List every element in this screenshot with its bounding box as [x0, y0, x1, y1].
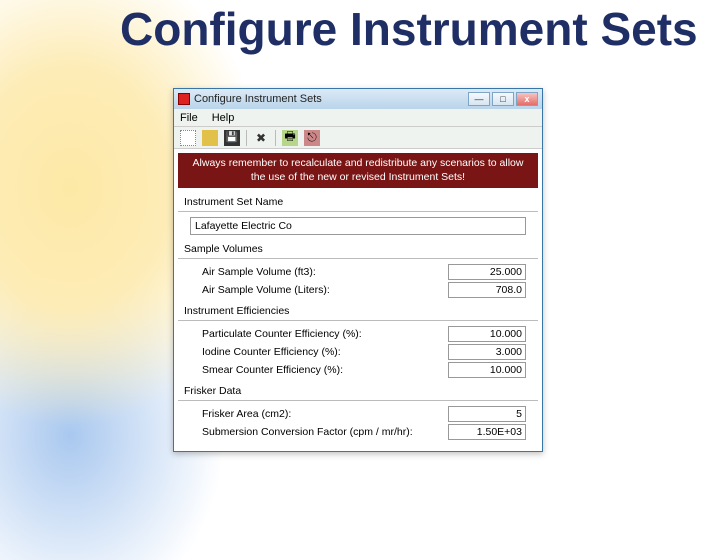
particulate-efficiency-input[interactable] [448, 326, 526, 342]
frisker-area-input[interactable] [448, 406, 526, 422]
menubar: File Help [174, 109, 542, 127]
form-content: Instrument Set Name Sample Volumes Air S… [174, 194, 542, 451]
iodine-efficiency-input[interactable] [448, 344, 526, 360]
section-efficiencies: Instrument Efficiencies [178, 303, 538, 319]
label-air-liters: Air Sample Volume (Liters): [202, 284, 448, 296]
new-icon[interactable] [180, 130, 196, 146]
toolbar-separator [275, 130, 276, 146]
exit-icon[interactable]: ⎋ [304, 130, 320, 146]
close-button[interactable]: x [516, 92, 538, 106]
air-sample-ft3-input[interactable] [448, 264, 526, 280]
instrument-set-name-input[interactable] [190, 217, 526, 235]
label-iodine-eff: Iodine Counter Efficiency (%): [202, 346, 448, 358]
delete-icon[interactable]: ✖ [253, 130, 269, 146]
toolbar-separator [246, 130, 247, 146]
app-window: Configure Instrument Sets — □ x File Hel… [173, 88, 543, 452]
air-sample-liters-input[interactable] [448, 282, 526, 298]
toolbar: 💾 ✖ 🖶 ⎋ [174, 127, 542, 149]
app-icon [178, 93, 190, 105]
slide-title: Configure Instrument Sets [120, 6, 698, 52]
label-smear-eff: Smear Counter Efficiency (%): [202, 364, 448, 376]
titlebar: Configure Instrument Sets — □ x [174, 89, 542, 109]
section-instrument-set-name: Instrument Set Name [178, 194, 538, 210]
warning-banner: Always remember to recalculate and redis… [178, 153, 538, 188]
divider [178, 320, 538, 321]
label-air-ft3: Air Sample Volume (ft3): [202, 266, 448, 278]
minimize-button[interactable]: — [468, 92, 490, 106]
maximize-button[interactable]: □ [492, 92, 514, 106]
section-frisker: Frisker Data [178, 383, 538, 399]
section-sample-volumes: Sample Volumes [178, 241, 538, 257]
divider [178, 211, 538, 212]
divider [178, 400, 538, 401]
label-submersion-factor: Submersion Conversion Factor (cpm / mr/h… [202, 426, 448, 438]
menu-file[interactable]: File [180, 112, 198, 124]
divider [178, 258, 538, 259]
smear-efficiency-input[interactable] [448, 362, 526, 378]
label-particulate-eff: Particulate Counter Efficiency (%): [202, 328, 448, 340]
save-icon[interactable]: 💾 [224, 130, 240, 146]
window-title: Configure Instrument Sets [194, 93, 322, 105]
label-frisker-area: Frisker Area (cm2): [202, 408, 448, 420]
submersion-factor-input[interactable] [448, 424, 526, 440]
menu-help[interactable]: Help [212, 112, 235, 124]
print-icon[interactable]: 🖶 [282, 130, 298, 146]
open-icon[interactable] [202, 130, 218, 146]
